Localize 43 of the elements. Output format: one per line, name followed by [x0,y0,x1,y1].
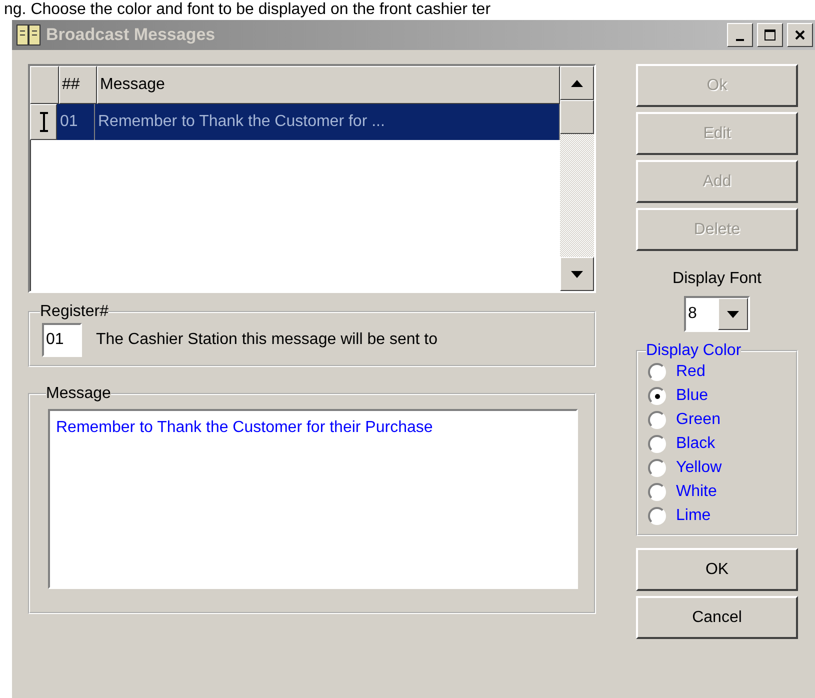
caption-text: ng. Choose the color and font to be displayed on the front cashier ter [3,0,492,20]
radio-icon[interactable] [648,363,666,381]
close-button[interactable] [787,23,813,47]
window-title: Broadcast Messages [46,25,216,45]
color-radio[interactable]: Black [648,432,788,456]
scroll-down-icon [571,270,583,278]
radio-icon[interactable] [648,411,666,429]
minimize-button[interactable] [727,23,753,47]
scrollbar[interactable] [560,66,594,291]
column-header[interactable]: Message [97,66,560,104]
dialog-button[interactable]: Cancel [636,596,798,639]
group-label: Display Color [646,342,742,360]
color-radio[interactable]: Green [648,408,788,432]
radio-icon[interactable] [648,507,666,525]
register-description: The Cashier Station this message will be sent to [96,331,438,349]
display-font-label: Display Font [672,270,762,288]
scroll-up-icon [571,80,583,86]
color-radio[interactable]: Lime [648,504,788,528]
maximize-button[interactable] [757,23,783,47]
minimize-icon [736,39,744,41]
group-label: Message [46,385,111,403]
close-icon [794,29,806,41]
radio-icon[interactable] [648,459,666,477]
app-icon [16,23,42,47]
radio-icon[interactable] [648,483,666,501]
maximize-icon [764,29,776,41]
table-cell: Remember to Thank the Customer for ... [95,104,560,140]
scroll-thumb[interactable] [560,100,594,134]
color-radio[interactable]: Yellow [648,456,788,480]
font-size-dropdown[interactable]: 8 [684,296,750,332]
column-header[interactable]: ## [59,66,97,104]
color-radio[interactable]: Blue [648,384,788,408]
radio-icon[interactable] [648,435,666,453]
register-field[interactable]: 01 [42,323,82,357]
group-label: Register# [40,303,108,321]
dialog-button[interactable]: OK [636,548,798,591]
text-cursor-icon [38,112,48,132]
radio-icon[interactable] [648,387,666,405]
table-cell: 01 [57,104,95,140]
color-radio[interactable]: Red [648,360,788,384]
color-radio[interactable]: White [648,480,788,504]
dropdown-arrow-icon [727,310,739,318]
message-field[interactable]: Remember to Thank the Customer for their Purchase [48,409,578,589]
